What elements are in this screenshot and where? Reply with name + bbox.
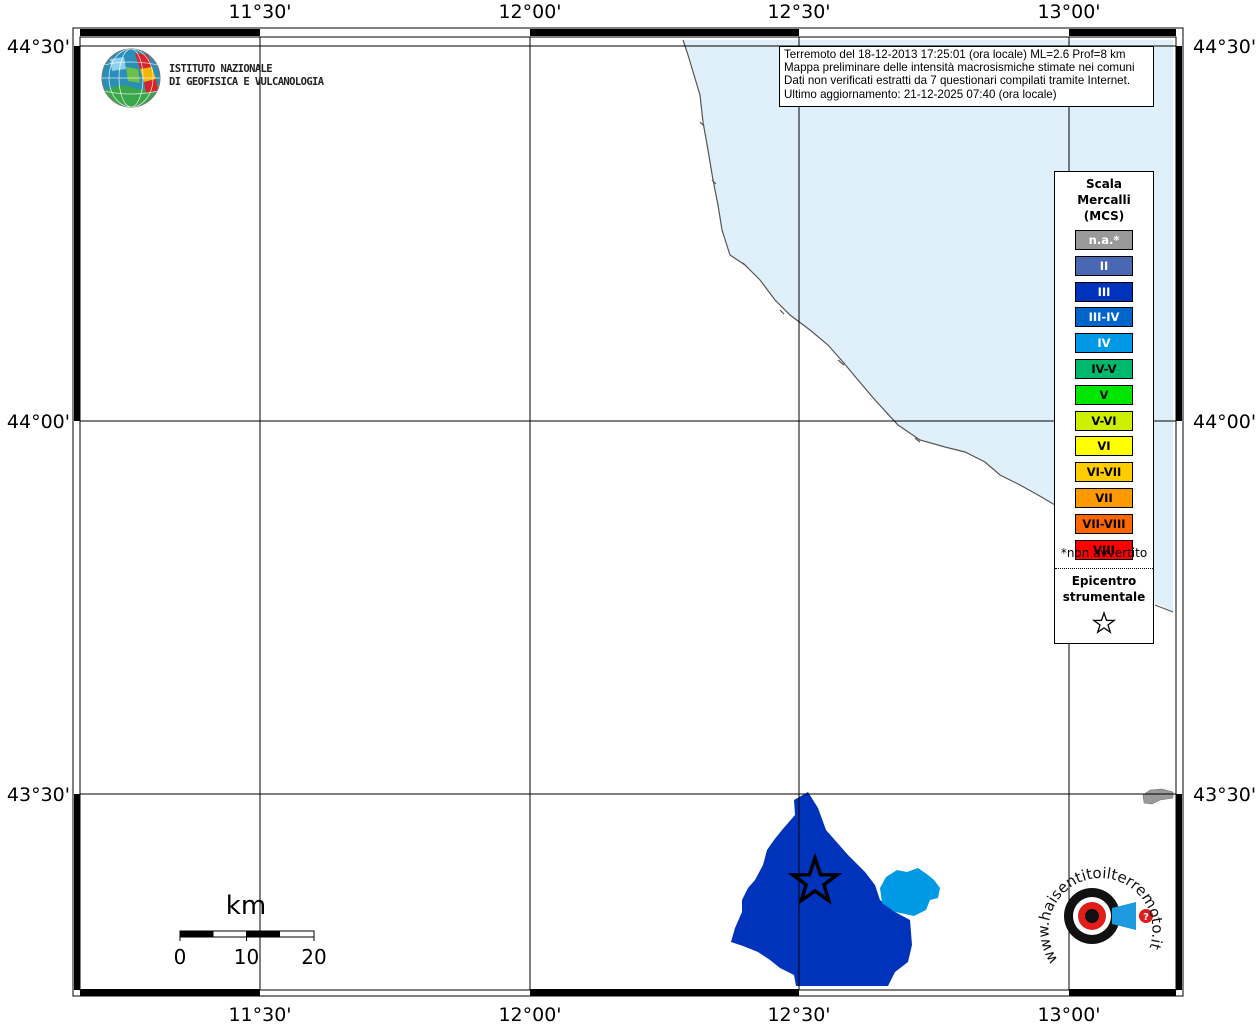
scale-label-0: 0 (174, 945, 187, 969)
frame-segment (74, 46, 80, 421)
event-info-line: Mappa preliminare delle intensità macros… (784, 61, 1135, 75)
legend-title-line: Mercalli (1077, 193, 1131, 207)
frame-segment (1069, 989, 1176, 996)
frame-segment (74, 794, 80, 990)
legend-item: V-VI (1075, 410, 1133, 431)
legend-item: III-IV (1075, 307, 1133, 328)
legend-epicentre-line: strumentale (1062, 590, 1146, 604)
frame-segment (1176, 46, 1182, 421)
latitude-label-right: 44°30' (1193, 36, 1256, 58)
event-info-line: Ultimo aggiornamento: 21-12-2025 07:40 (… (784, 87, 1057, 101)
frame-segment (530, 29, 799, 36)
legend-item: VI (1075, 436, 1133, 457)
longitude-label-bottom: 12°00' (498, 1004, 561, 1024)
frame-segment (1069, 29, 1176, 36)
star-icon (1091, 610, 1117, 634)
legend-item: IV (1075, 333, 1133, 354)
longitude-label-top: 11°30' (228, 1, 291, 23)
longitude-label-bottom: 12°30' (767, 1004, 830, 1024)
event-info-box: Terremoto del 18-12-2013 17:25:01 (ora l… (779, 46, 1154, 107)
legend-epicentre-label: Epicentro strumentale (1055, 573, 1153, 605)
legend-item: n.a.* (1075, 230, 1133, 250)
haisentitoilterremoto-logo[interactable]: ? www.haisentitoilterremoto.it (1032, 848, 1168, 976)
latitude-label-left: 44°30' (7, 36, 70, 58)
legend-item: V (1075, 384, 1133, 405)
legend-epicentre-line: Epicentro (1071, 574, 1137, 588)
longitude-label-top: 12°30' (767, 1, 830, 23)
frame-segment (1176, 794, 1182, 990)
longitude-label-top: 13°00' (1037, 1, 1100, 23)
latitude-label-left: 43°30' (7, 784, 70, 806)
legend-item: VI-VII (1075, 462, 1133, 483)
coastal-land-fragment (1142, 788, 1174, 805)
legend-separator (1055, 568, 1153, 569)
ingv-name-line1: ISTITUTO NAZIONALE (169, 63, 273, 75)
scale-label-10: 10 (234, 945, 259, 969)
ingv-name-line2: DI GEOFISICA E VULCANOLOGIA (169, 76, 324, 88)
legend-title-line: Scala (1085, 177, 1123, 191)
legend-note: *non avvertito (1060, 546, 1148, 560)
legend-item: VII-VIII (1075, 513, 1133, 534)
globe-icon (101, 48, 161, 108)
scale-label-20: 20 (301, 945, 326, 969)
ingv-logo: ISTITUTO NAZIONALE DI GEOFISICA E VULCAN… (100, 47, 324, 111)
event-info-line: Dati non verificati estratti da 7 questi… (784, 74, 1131, 88)
longitude-label-top: 12°00' (498, 1, 561, 23)
frame-segment (80, 29, 260, 36)
legend-item: II (1075, 255, 1133, 276)
scale-bar: km 0 10 20 (168, 888, 338, 972)
longitude-label-bottom: 13°00' (1037, 1004, 1100, 1024)
mcs-legend: Scala Mercalli (MCS) n.a.* II III III-IV IV I… (1054, 171, 1154, 644)
frame-segment (80, 989, 260, 996)
latitude-label-right: 43°30' (1193, 784, 1256, 806)
legend-item: VII (1075, 487, 1133, 508)
legend-title: Scala Mercalli (MCS) (1055, 176, 1153, 224)
latitude-label-right: 44°00' (1193, 411, 1256, 433)
legend-item: IV-V (1075, 358, 1133, 379)
latitude-label-left: 44°00' (7, 411, 70, 433)
event-info-line: Terremoto del 18-12-2013 17:25:01 (ora l… (784, 48, 1126, 61)
legend-item: III (1075, 281, 1133, 302)
frame-segment (530, 989, 799, 996)
longitude-label-bottom: 11°30' (228, 1004, 291, 1024)
legend-items: n.a.* II III III-IV IV IV-V V V-VI VI VI-VII VII VI… (1075, 230, 1133, 565)
legend-title-line: (MCS) (1083, 209, 1125, 223)
ingv-name: ISTITUTO NAZIONALE DI GEOFISICA E VULCAN… (169, 63, 324, 89)
scale-unit: km (226, 891, 266, 921)
